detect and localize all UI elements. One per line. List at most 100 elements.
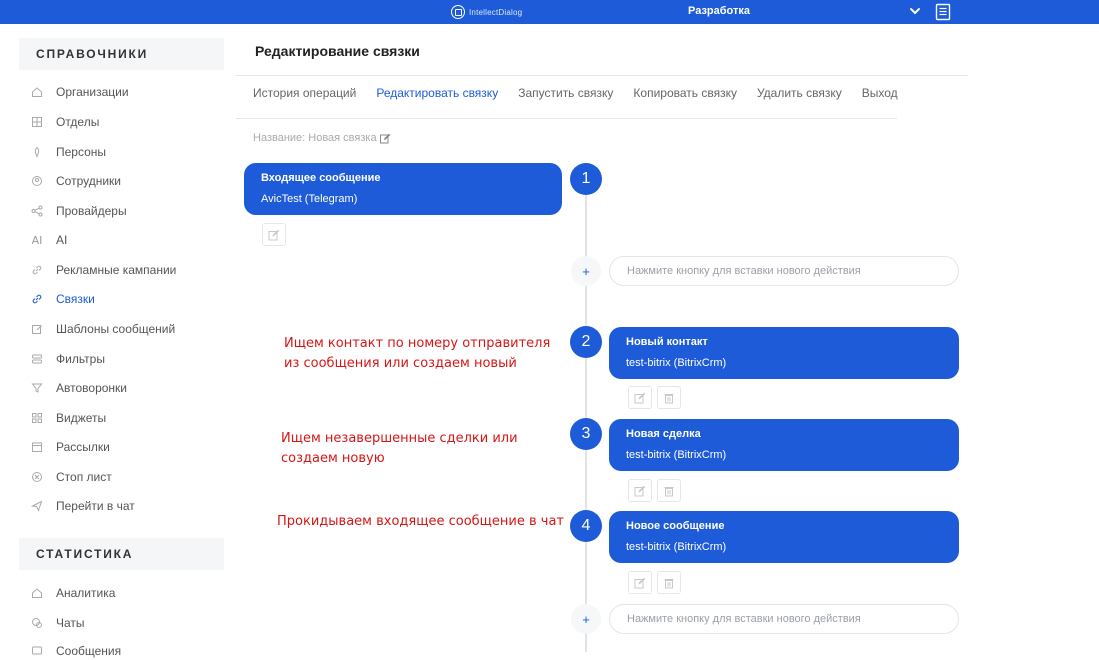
insert-action-button[interactable]: +: [571, 604, 601, 634]
share-icon: [30, 204, 44, 218]
sidebar-item-label: Рассылки: [56, 440, 110, 454]
home-icon: [30, 85, 44, 99]
tab-copy-link[interactable]: Копировать связку: [633, 86, 737, 100]
sidebar-item-label: Автоворонки: [56, 381, 127, 395]
action-tabs: История операций Редактировать связку За…: [253, 86, 918, 100]
send-icon: [30, 499, 44, 513]
step-number-badge: 1: [570, 163, 602, 195]
edit-icon: [634, 392, 646, 403]
sidebar-item-providers[interactable]: Провайдеры: [30, 202, 127, 220]
divider: [236, 118, 897, 119]
sidebar-item-organizations[interactable]: Организации: [30, 83, 129, 101]
edit-icon: [268, 229, 280, 240]
analytics-icon: [30, 586, 44, 600]
insert-action-button[interactable]: +: [571, 256, 601, 286]
sidebar-item-label: Чаты: [56, 616, 85, 630]
edit-step-button[interactable]: [628, 479, 652, 502]
annotation-line: Ищем контакт по номеру отправителя: [284, 336, 551, 351]
sidebar-item-analytics[interactable]: Аналитика: [30, 584, 115, 602]
flow-line: [585, 163, 587, 652]
page-title: Редактирование связки: [255, 43, 420, 59]
trash-icon: [664, 393, 674, 403]
delete-step-button[interactable]: [657, 386, 681, 409]
sidebar-item-persons[interactable]: Персоны: [30, 143, 106, 161]
directories-header: СПРАВОЧНИКИ: [19, 38, 224, 70]
tab-history[interactable]: История операций: [253, 86, 356, 100]
tab-run-link[interactable]: Запустить связку: [518, 86, 613, 100]
trash-icon: [664, 578, 674, 588]
sidebar-item-stop-list[interactable]: Стоп лист: [30, 468, 112, 486]
messages-icon: [30, 644, 44, 658]
annotation-note: Ищем незавершенные сделки или создаем но…: [281, 429, 518, 469]
annotation-line: создаем новую: [281, 451, 385, 466]
sidebar-item-employees[interactable]: Сотрудники: [30, 172, 121, 190]
sidebar-item-chats[interactable]: Чаты: [30, 614, 85, 632]
chevron-down-icon[interactable]: [908, 4, 922, 18]
step-number-badge: 2: [570, 326, 602, 358]
step-subtitle: test-bitrix (BitrixCrm): [626, 357, 727, 369]
edit-icon[interactable]: [379, 133, 391, 144]
sidebar-item-label: Виджеты: [56, 411, 107, 425]
filter-icon: [30, 352, 44, 366]
sidebar-item-links[interactable]: Связки: [30, 290, 95, 308]
sidebar-item-message-templates[interactable]: Шаблоны сообщений: [30, 320, 175, 338]
tab-exit[interactable]: Выход: [862, 86, 898, 100]
edit-step-button[interactable]: [262, 223, 286, 246]
sidebar-item-label: Аналитика: [56, 586, 116, 600]
sidebar-item-label: Персоны: [56, 145, 107, 159]
insert-action-field[interactable]: [609, 256, 959, 286]
document-icon[interactable]: [935, 3, 952, 21]
link-icon: [30, 263, 44, 277]
sidebar-item-messages[interactable]: Сообщения: [30, 642, 121, 660]
sidebar-item-label: Шаблоны сообщений: [56, 322, 176, 336]
step-card-new-deal[interactable]: Новая сделка test-bitrix (BitrixCrm): [609, 419, 959, 471]
trash-icon: [664, 486, 674, 496]
sidebar-item-autofunnels[interactable]: Автоворонки: [30, 379, 127, 397]
edit-step-button[interactable]: [628, 571, 652, 594]
sidebar-item-filters[interactable]: Фильтры: [30, 350, 105, 368]
edit-step-button[interactable]: [628, 386, 652, 409]
edit-icon: [30, 322, 44, 336]
step-title: Новое сообщение: [626, 520, 725, 532]
annotation-line: Ищем незавершенные сделки или: [281, 431, 518, 446]
tab-edit-link[interactable]: Редактировать связку: [376, 86, 498, 100]
statistics-header: СТАТИСТИКА: [19, 538, 224, 570]
step-title: Новый контакт: [626, 336, 708, 348]
step-subtitle: test-bitrix (BitrixCrm): [626, 541, 727, 553]
sidebar-item-ai[interactable]: AI AI: [30, 231, 68, 249]
sidebar-item-label: Стоп лист: [56, 470, 112, 484]
step-subtitle: test-bitrix (BitrixCrm): [626, 449, 727, 461]
sidebar-item-ad-campaigns[interactable]: Рекламные кампании: [30, 261, 176, 279]
sidebar-item-departments[interactable]: Отделы: [30, 113, 99, 131]
link-name-text: Название: Новая связка: [253, 132, 377, 144]
delete-step-button[interactable]: [657, 479, 681, 502]
person-icon: [30, 145, 44, 159]
logo-text: IntellectDialog: [469, 7, 523, 17]
annotation-note: Ищем контакт по номеру отправителя из со…: [284, 334, 550, 374]
step-card-incoming-message[interactable]: Входящее сообщение AvicTest (Telegram): [244, 163, 562, 215]
grid-icon: [30, 115, 44, 129]
annotation-line: Прокидываем входящее сообщение в чат: [277, 514, 564, 529]
chats-icon: [30, 616, 44, 630]
tab-delete-link[interactable]: Удалить связку: [757, 86, 842, 100]
employee-icon: [30, 174, 44, 188]
step-number-badge: 4: [570, 510, 602, 542]
sidebar-item-label: AI: [56, 233, 68, 247]
sidebar-item-mailings[interactable]: Рассылки: [30, 438, 110, 456]
sidebar-item-label: Провайдеры: [56, 204, 127, 218]
logo-icon: [451, 5, 465, 19]
divider: [236, 75, 968, 76]
step-card-new-message[interactable]: Новое сообщение test-bitrix (BitrixCrm): [609, 511, 959, 563]
sidebar-item-go-to-chat[interactable]: Перейти в чат: [30, 497, 135, 515]
delete-step-button[interactable]: [657, 571, 681, 594]
sidebar-item-label: Сотрудники: [56, 174, 121, 188]
step-card-new-contact[interactable]: Новый контакт test-bitrix (BitrixCrm): [609, 327, 959, 379]
step-title: Новая сделка: [626, 428, 701, 440]
link-icon: [30, 292, 44, 306]
top-bar: IntellectDialog Разработка: [0, 0, 1099, 24]
insert-action-field[interactable]: [609, 604, 959, 634]
step-title: Входящее сообщение: [261, 172, 381, 184]
environment-label[interactable]: Разработка: [688, 5, 750, 17]
app-logo[interactable]: IntellectDialog: [451, 4, 522, 20]
sidebar-item-widgets[interactable]: Виджеты: [30, 409, 106, 427]
